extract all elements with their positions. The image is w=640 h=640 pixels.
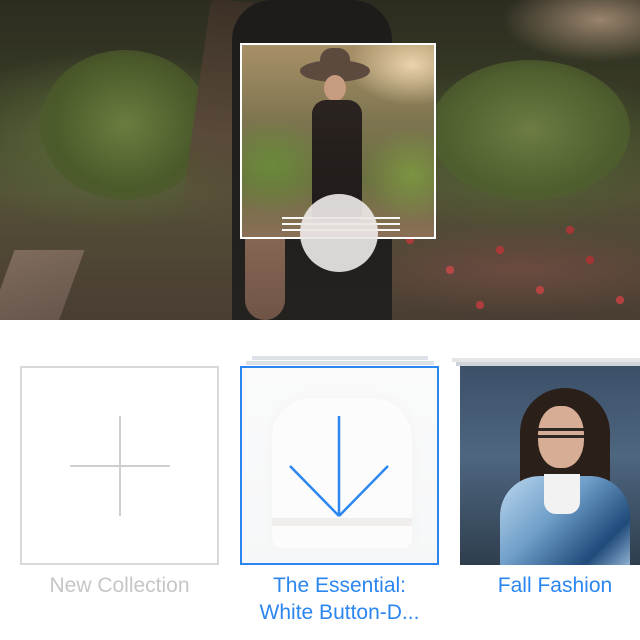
background-shrub (430, 60, 630, 200)
arrow-down-icon (289, 416, 389, 517)
background-walkway (0, 250, 85, 320)
app-screen: New Collection The Essential: White Butt… (0, 0, 640, 640)
collection-fall-fashion[interactable] (460, 366, 640, 565)
stack-edge (252, 356, 428, 360)
photo-head (324, 75, 346, 101)
collection-essential-label-line1: The Essential: (272, 574, 407, 597)
plus-icon-vertical (119, 416, 121, 516)
new-collection-label: New Collection (49, 574, 190, 597)
cover-collar (544, 474, 580, 514)
drag-touch-indicator[interactable] (300, 194, 378, 272)
collection-essential[interactable] (240, 366, 439, 565)
stack-edge (246, 361, 434, 365)
collections-row: New Collection The Essential: White Butt… (0, 320, 640, 640)
collection-fall-fashion-label: Fall Fashion (497, 574, 613, 597)
background-shrub (40, 50, 210, 200)
new-collection-button[interactable] (20, 366, 219, 565)
collection-essential-label-line2: White Button-D... (259, 601, 420, 624)
cover-glasses (538, 428, 584, 438)
